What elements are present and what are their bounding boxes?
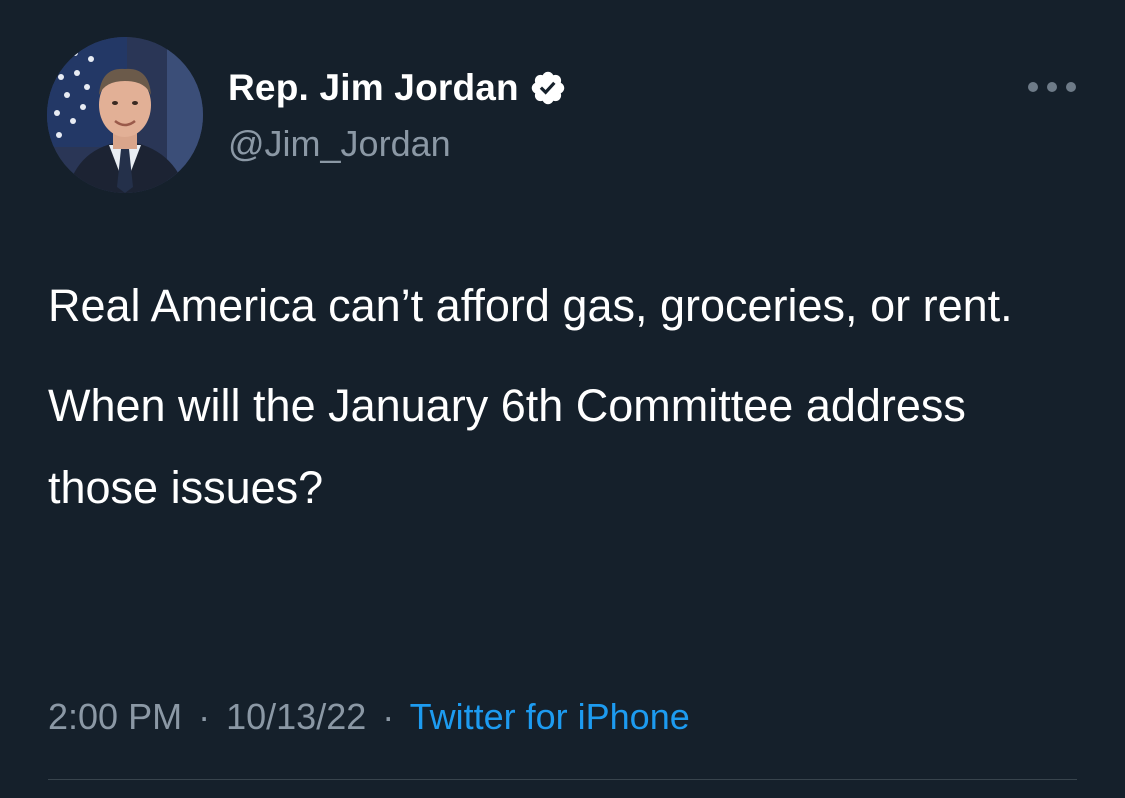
tweet-paragraph: Real America can’t afford gas, groceries… <box>48 280 1013 331</box>
more-dot <box>1047 82 1057 92</box>
tweet-source-link[interactable]: Twitter for iPhone <box>410 696 690 737</box>
author-display-name[interactable]: Rep. Jim Jordan <box>228 66 519 110</box>
more-options-icon[interactable] <box>1028 73 1076 101</box>
verified-badge-icon <box>529 69 567 107</box>
avatar-portrait-image <box>47 37 203 193</box>
divider <box>48 779 1077 780</box>
tweet-date[interactable]: 10/13/22 <box>226 696 366 737</box>
author-name-row[interactable]: Rep. Jim Jordan <box>228 66 567 110</box>
tweet-metadata: 2:00 PM · 10/13/22 · Twitter for iPhone <box>48 690 690 744</box>
tweet-text: Real America can’t afford gas, groceries… <box>48 265 1088 529</box>
author-handle[interactable]: @Jim_Jordan <box>228 122 451 166</box>
meta-separator: · <box>382 696 395 737</box>
tweet-paragraph: When will the January 6th Committee addr… <box>48 380 966 513</box>
meta-separator: · <box>198 696 211 737</box>
more-dot <box>1028 82 1038 92</box>
more-dot <box>1066 82 1076 92</box>
avatar[interactable] <box>47 37 203 193</box>
tweet-card: Rep. Jim Jordan @Jim_Jordan Real America… <box>0 0 1125 798</box>
tweet-time[interactable]: 2:00 PM <box>48 696 182 737</box>
